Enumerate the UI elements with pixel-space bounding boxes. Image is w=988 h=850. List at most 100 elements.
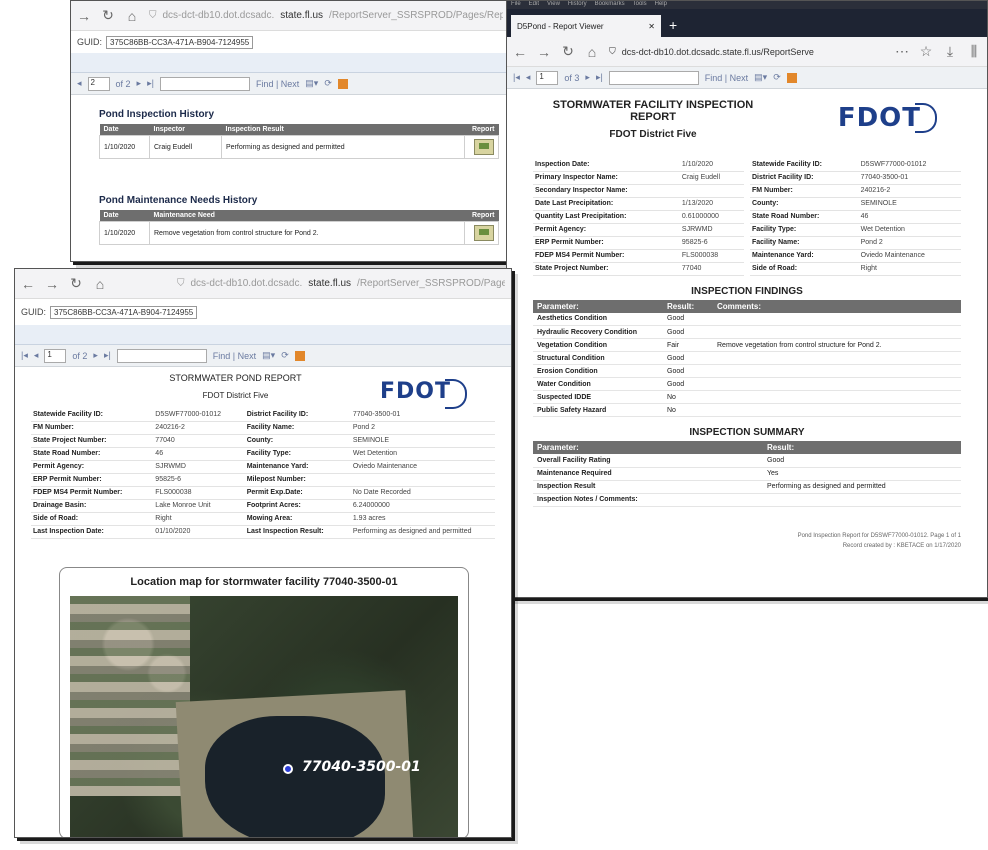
info-row: Date Last Precipitation: 1/13/2020 [533, 197, 744, 211]
reload-icon[interactable]: ↻ [101, 7, 115, 24]
housing-area [70, 596, 190, 796]
find-next-label[interactable]: Find | Next [256, 79, 299, 89]
first-page-icon[interactable]: |◂ [513, 72, 520, 83]
find-next-label[interactable]: Find | Next [705, 73, 748, 83]
refresh-icon[interactable]: ⟳ [281, 350, 289, 361]
reload-icon[interactable]: ↻ [561, 43, 575, 60]
find-next-label[interactable]: Find | Next [213, 351, 256, 361]
prev-page-icon[interactable]: ◂ [526, 72, 531, 83]
back-icon[interactable]: ← [513, 44, 527, 60]
cell-result: Good [663, 325, 713, 339]
fdot-logo: FDOT [837, 103, 937, 133]
cell-result: Good [663, 351, 713, 365]
col-comments: Comments: [713, 299, 961, 313]
report-document-icon[interactable] [474, 225, 494, 241]
find-input[interactable] [608, 70, 699, 85]
guid-input[interactable]: 375C86BB-CC3A-471A-B904-7124955 [50, 305, 198, 319]
back-icon[interactable]: ← [21, 276, 35, 292]
home-icon[interactable]: ⌂ [93, 276, 107, 292]
url-prefix: dcs-dct-db10.dot.dcsadc. [190, 278, 303, 289]
table-row: Water Condition Good [533, 377, 961, 391]
bookmark-icon[interactable]: ☆ [919, 43, 933, 60]
url-bar[interactable]: ⛉ dcs-dct-db10.dot.dcsadc.state.fl.us/Re… [117, 274, 505, 294]
menu-view[interactable]: View [547, 1, 560, 9]
map-marker-icon[interactable] [283, 764, 293, 774]
guid-row: GUID: 375C86BB-CC3A-471A-B904-7124955 [15, 299, 511, 325]
cell-result: Performing as designed and permitted [221, 135, 465, 159]
menu-file[interactable]: File [511, 1, 521, 9]
feed-icon[interactable] [294, 350, 305, 361]
next-page-icon[interactable]: ▸ [93, 350, 98, 361]
guid-row: GUID: 375C86BB-CC3A-471A-B904-7124955 [71, 31, 509, 53]
aerial-map[interactable]: 77040-3500-01 [70, 596, 458, 837]
url-bar[interactable]: ⛉ dcs-dct-db10.dot.dcsadc.state.fl.us/Re… [149, 6, 503, 26]
last-page-icon[interactable]: ▸| [104, 350, 111, 361]
menu-edit[interactable]: Edit [529, 1, 539, 9]
forward-icon[interactable]: → [45, 276, 59, 292]
info-row: Side of Road: Right [750, 262, 961, 276]
menu-help[interactable]: Help [655, 1, 667, 9]
url-bar[interactable]: ⛉ dcs-dct-db10.dot.dcsadc.state.fl.us/Re… [609, 42, 885, 62]
next-page-icon[interactable]: ▸ [585, 72, 590, 83]
tab-report-viewer[interactable]: D5Pond - Report Viewer ✕ [511, 15, 661, 37]
page-input[interactable]: 2 [87, 76, 110, 91]
table-row: Overall Facility Rating Good [533, 454, 961, 468]
menu-history[interactable]: History [568, 1, 587, 9]
info-row: Quantity Last Precipitation: 0.61000000 [533, 210, 744, 224]
url-domain: state.fl.us [280, 10, 324, 21]
table-row: Inspection Result Performing as designed … [533, 480, 961, 494]
cell-comments [713, 325, 961, 339]
find-input[interactable] [159, 76, 250, 91]
new-tab-icon[interactable]: + [661, 17, 685, 37]
maint-history-title: Pond Maintenance Needs History [99, 195, 258, 206]
feed-icon[interactable] [786, 72, 797, 83]
reload-icon[interactable]: ↻ [69, 275, 83, 292]
col-parameter: Parameter: [533, 299, 663, 313]
home-icon[interactable]: ⌂ [125, 8, 139, 24]
info-value: Performing as designed and permitted [350, 525, 495, 539]
prev-page-icon[interactable]: ◂ [77, 78, 82, 89]
info-row: ERP Permit Number: 95825-6 [533, 236, 744, 250]
fdot-logo-text: FDOT [837, 103, 921, 133]
page-input[interactable]: 1 [536, 70, 559, 85]
parameter-band [71, 53, 509, 73]
info-value: 6.24000000 [350, 499, 495, 513]
cell-parameter: Structural Condition [533, 351, 663, 365]
col-inspector: Inspector [149, 124, 222, 136]
export-icon[interactable]: ▤▾ [305, 78, 318, 89]
export-icon[interactable]: ▤▾ [262, 350, 275, 361]
page-input[interactable]: 1 [44, 348, 67, 363]
page-of-label: of 3 [564, 72, 580, 83]
info-label: Milepost Number: [244, 473, 351, 487]
home-icon[interactable]: ⌂ [585, 44, 599, 60]
forward-icon[interactable]: → [77, 8, 91, 24]
close-tab-icon[interactable]: ✕ [648, 22, 655, 31]
cell-parameter: Inspection Notes / Comments: [533, 493, 763, 507]
info-row: County: SEMINOLE [750, 197, 961, 211]
guid-input[interactable]: 375C86BB-CC3A-471A-B904-7124955 [106, 35, 254, 49]
report-document-icon[interactable] [474, 139, 494, 155]
feed-icon[interactable] [337, 78, 348, 89]
refresh-icon[interactable]: ⟳ [324, 78, 332, 89]
info-value: Right [153, 512, 245, 526]
download-icon[interactable]: ⤓ [943, 43, 957, 60]
refresh-icon[interactable]: ⟳ [773, 72, 781, 83]
export-icon[interactable]: ▤▾ [754, 72, 767, 83]
first-page-icon[interactable]: |◂ [21, 350, 28, 361]
more-icon[interactable]: ⋯ [895, 43, 909, 60]
last-page-icon[interactable]: ▸| [596, 72, 603, 83]
last-page-icon[interactable]: ▸| [147, 78, 154, 89]
library-icon[interactable]: ⫼ [967, 43, 981, 60]
info-value: D5SWF77000-01012 [153, 408, 245, 422]
forward-icon[interactable]: → [537, 44, 551, 60]
info-value: 95825-6 [153, 473, 245, 487]
info-row: Statewide Facility ID: D5SWF77000-01012 Di… [31, 408, 495, 422]
menu-bookmarks[interactable]: Bookmarks [595, 1, 625, 9]
inspection-report-window: File Edit View History Bookmarks Tools H… [506, 0, 988, 598]
info-label: Permit Agency: [31, 460, 154, 474]
prev-page-icon[interactable]: ◂ [34, 350, 39, 361]
menu-tools[interactable]: Tools [633, 1, 647, 9]
next-page-icon[interactable]: ▸ [137, 78, 142, 89]
find-input[interactable] [116, 348, 207, 363]
cell-comments [713, 351, 961, 365]
